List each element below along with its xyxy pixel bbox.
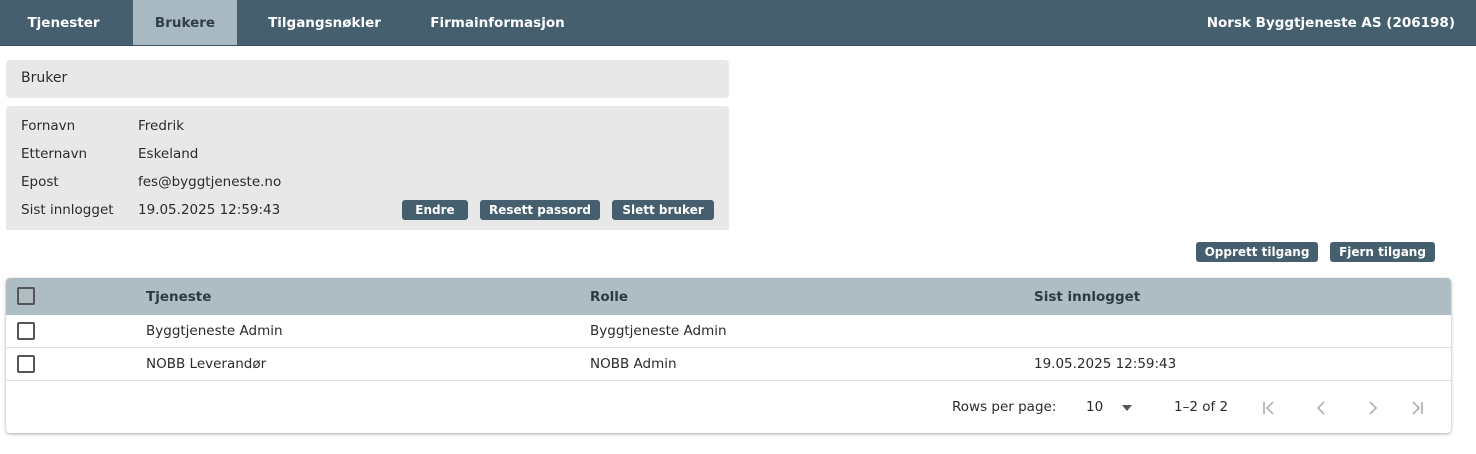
table-row[interactable]: NOBB Leverandør NOBB Admin 19.05.2025 12… (6, 348, 1451, 381)
field-label-etternavn: Etternavn (21, 146, 88, 162)
cell-tjeneste: NOBB Leverandør (146, 356, 267, 372)
next-page-button[interactable] (1361, 396, 1385, 420)
rows-per-page-value: 10 (1086, 399, 1104, 415)
access-table: Tjeneste Rolle Sist innlogget Byggtjenes… (6, 278, 1451, 433)
first-page-icon (1263, 401, 1274, 415)
chevron-left-icon (1316, 401, 1325, 415)
tab-firmainformasjon[interactable]: Firmainformasjon (420, 0, 575, 46)
column-header-sist-innlogget[interactable]: Sist innlogget (1034, 289, 1140, 305)
tab-tjenester[interactable]: Tjenester (0, 0, 127, 46)
field-value-etternavn: Eskeland (138, 146, 199, 162)
reset-password-button[interactable]: Resett passord (480, 200, 600, 220)
delete-user-button[interactable]: Slett bruker (612, 200, 714, 220)
first-page-button[interactable] (1257, 396, 1281, 420)
cell-tjeneste: Byggtjeneste Admin (146, 323, 283, 339)
prev-page-button[interactable] (1309, 396, 1333, 420)
rows-per-page-select[interactable]: 10 (1084, 396, 1138, 420)
table-header: Tjeneste Rolle Sist innlogget (6, 278, 1451, 315)
user-info-panel: Fornavn Fredrik Etternavn Eskeland Epost… (6, 106, 729, 230)
select-all-checkbox[interactable] (17, 287, 35, 305)
column-header-tjeneste[interactable]: Tjeneste (146, 289, 211, 305)
edit-button[interactable]: Endre (402, 200, 468, 220)
field-label-epost: Epost (21, 174, 59, 190)
field-value-fornavn: Fredrik (138, 118, 185, 134)
table-pagination: Rows per page: 10 1–2 of 2 (6, 382, 1451, 433)
create-access-button[interactable]: Opprett tilgang (1196, 242, 1318, 262)
remove-access-button[interactable]: Fjern tilgang (1330, 242, 1435, 262)
field-label-fornavn: Fornavn (21, 118, 76, 134)
table-row[interactable]: Byggtjeneste Admin Byggtjeneste Admin (6, 315, 1451, 348)
company-name: Norsk Byggtjeneste AS (206198) (1206, 15, 1455, 31)
caret-down-icon (1122, 405, 1132, 411)
cell-rolle: NOBB Admin (590, 356, 677, 372)
user-panel-title: Bruker (21, 70, 68, 86)
tab-tilgangsnokler[interactable]: Tilgangsnøkler (252, 0, 397, 46)
field-label-sist-innlogget: Sist innlogget (21, 202, 114, 218)
last-page-button[interactable] (1405, 396, 1429, 420)
user-panel-header: Bruker (6, 60, 729, 98)
rows-per-page-label: Rows per page: (952, 399, 1057, 415)
field-value-epost: fes@byggtjeneste.no (138, 174, 282, 190)
last-page-icon (1412, 401, 1423, 415)
row-checkbox[interactable] (17, 322, 35, 340)
chevron-right-icon (1369, 401, 1378, 415)
top-nav: Tjenester Brukere Tilgangsnøkler Firmain… (0, 0, 1476, 46)
row-checkbox[interactable] (17, 355, 35, 373)
page-range: 1–2 of 2 (1174, 399, 1229, 415)
column-header-rolle[interactable]: Rolle (590, 289, 628, 305)
cell-sist-innlogget: 19.05.2025 12:59:43 (1034, 356, 1177, 372)
cell-rolle: Byggtjeneste Admin (590, 323, 727, 339)
tab-brukere[interactable]: Brukere (133, 0, 237, 46)
field-value-sist-innlogget: 19.05.2025 12:59:43 (138, 202, 281, 218)
